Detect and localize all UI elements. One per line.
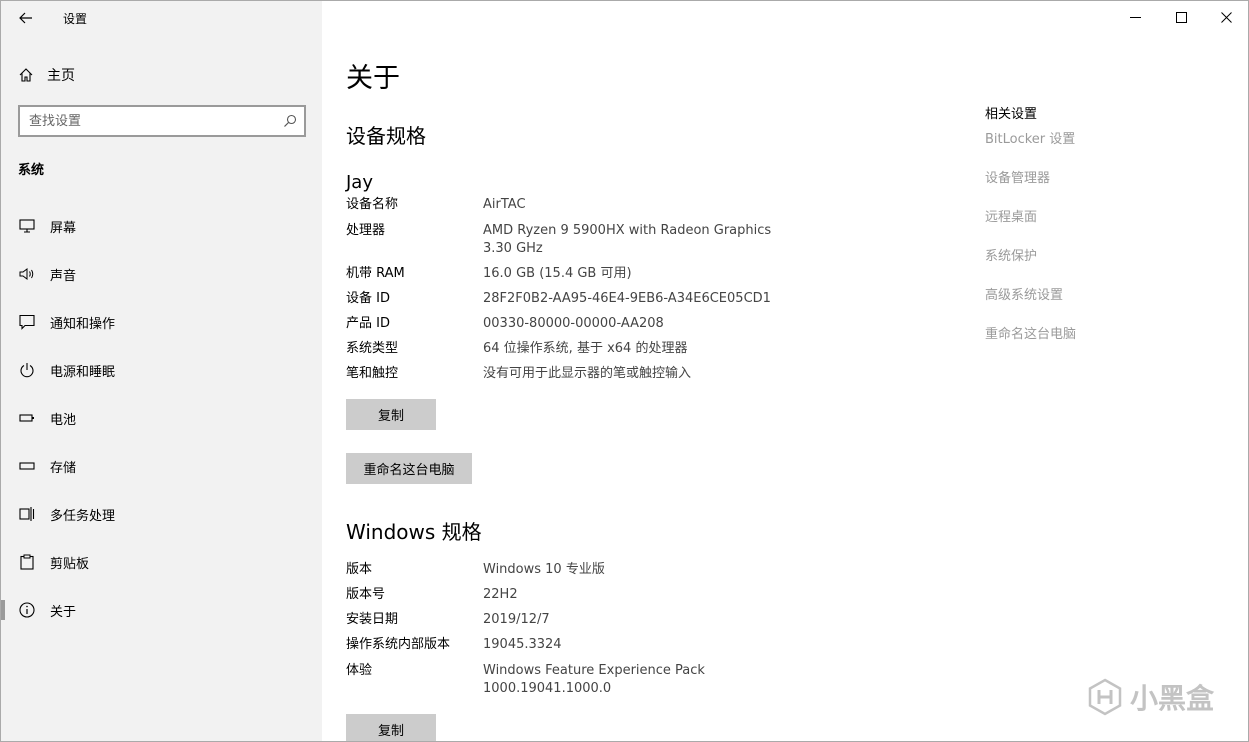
sidebar-item-multitasking[interactable]: 多任务处理	[1, 494, 322, 534]
minimize-button[interactable]	[1112, 1, 1158, 33]
sidebar-item-label: 多任务处理	[50, 508, 116, 524]
sidebar-item-label: 屏幕	[50, 220, 77, 236]
sidebar-item-label: 存储	[50, 460, 77, 476]
copy-windows-specs-button[interactable]: 复制	[346, 714, 436, 741]
related-settings: 相关设置 BitLocker 设置 设备管理器 远程桌面 系统保护 高级系统设置…	[985, 103, 1076, 365]
device-name: Jay	[346, 172, 373, 193]
sidebar-item-battery[interactable]: 电池	[1, 398, 322, 438]
spec-value: AMD Ryzen 9 5900HX with Radeon Graphics …	[483, 223, 772, 256]
windows-specs-title: Windows 规格	[346, 520, 482, 544]
spec-key: 机带 RAM	[346, 266, 405, 281]
device-specs-title: 设备规格	[346, 124, 426, 148]
power-icon	[18, 361, 36, 379]
spec-key: 设备名称	[346, 197, 399, 212]
sidebar-item-label: 通知和操作	[50, 316, 116, 332]
multitasking-icon	[18, 505, 36, 523]
spec-key: 体验	[346, 663, 373, 678]
spec-value: 19045.3324	[483, 637, 562, 652]
main-content: 关于 设备规格 Jay 设备名称 AirTAC 处理器 AMD Ryzen 9 …	[322, 1, 1248, 741]
spec-key: 安装日期	[346, 612, 399, 627]
spec-key: 系统类型	[346, 341, 399, 356]
spec-key: 操作系统内部版本	[346, 637, 451, 652]
sidebar-item-sound[interactable]: 声音	[1, 254, 322, 294]
rename-pc-button[interactable]: 重命名这台电脑	[346, 453, 472, 484]
sidebar-section-title: 系统	[18, 163, 45, 178]
search-box[interactable]	[18, 105, 306, 137]
sidebar-item-label: 电源和睡眠	[50, 364, 116, 380]
spec-key: 版本	[346, 562, 373, 577]
back-arrow-icon	[19, 12, 32, 24]
spec-key: 笔和触控	[346, 366, 399, 381]
spec-key: 版本号	[346, 587, 386, 602]
battery-icon	[18, 409, 36, 427]
spec-value: Windows 10 专业版	[483, 562, 605, 577]
sidebar-item-clipboard[interactable]: 剪贴板	[1, 542, 322, 582]
spec-key: 处理器	[346, 223, 386, 238]
home-label: 主页	[47, 68, 75, 84]
back-button[interactable]	[11, 6, 41, 30]
related-link-advanced-system-settings[interactable]: 高级系统设置	[985, 287, 1076, 326]
spec-value: Windows Feature Experience Pack 1000.190…	[483, 663, 705, 696]
spec-key: 产品 ID	[346, 316, 390, 331]
clipboard-icon	[18, 553, 36, 571]
close-button[interactable]	[1203, 1, 1248, 33]
sidebar-item-label: 剪贴板	[50, 556, 90, 572]
monitor-icon	[18, 217, 36, 235]
related-link-device-manager[interactable]: 设备管理器	[985, 170, 1076, 209]
spec-key: 设备 ID	[346, 291, 390, 306]
spec-value: 2019/12/7	[483, 612, 550, 627]
related-link-system-protection[interactable]: 系统保护	[985, 248, 1076, 287]
spec-value: 16.0 GB (15.4 GB 可用)	[483, 266, 632, 281]
related-link-remote-desktop[interactable]: 远程桌面	[985, 209, 1076, 248]
copy-device-specs-button[interactable]: 复制	[346, 399, 436, 430]
related-link-rename-pc[interactable]: 重命名这台电脑	[985, 326, 1076, 365]
sidebar-item-home[interactable]: 主页	[18, 64, 75, 86]
sidebar-item-label: 电池	[50, 412, 77, 428]
maximize-icon	[1175, 11, 1187, 23]
close-icon	[1220, 11, 1232, 23]
sidebar-item-label: 关于	[50, 604, 77, 620]
minimize-icon	[1129, 16, 1141, 18]
sidebar-item-storage[interactable]: 存储	[1, 446, 322, 486]
sidebar-item-display[interactable]: 屏幕	[1, 206, 322, 246]
app-title: 设置	[63, 12, 88, 26]
related-link-bitlocker[interactable]: BitLocker 设置	[985, 131, 1076, 170]
spec-value: 64 位操作系统, 基于 x64 的处理器	[483, 341, 688, 356]
watermark-logo-icon	[1088, 678, 1122, 716]
speaker-icon	[18, 265, 36, 283]
sidebar-item-power[interactable]: 电源和睡眠	[1, 350, 322, 390]
search-input[interactable]	[20, 107, 276, 135]
notification-icon	[18, 313, 36, 331]
spec-value: 没有可用于此显示器的笔或触控输入	[483, 366, 692, 381]
sidebar: 设置 主页 系统 屏幕 声音 通知和操作 电源和睡眠	[1, 1, 322, 741]
watermark: 小黑盒	[1086, 677, 1214, 717]
active-indicator	[1, 600, 5, 620]
sidebar-item-about[interactable]: 关于	[1, 590, 322, 630]
spec-value: 22H2	[483, 587, 518, 602]
info-icon	[18, 601, 36, 619]
sidebar-item-label: 声音	[50, 268, 77, 284]
watermark-text: 小黑盒	[1129, 682, 1214, 715]
page-title: 关于	[346, 63, 400, 94]
spec-value: 28F2F0B2-AA95-46E4-9EB6-A34E6CE05CD1	[483, 291, 771, 306]
storage-icon	[18, 457, 36, 475]
search-icon[interactable]	[276, 107, 304, 135]
spec-value: 00330-80000-00000-AA208	[483, 316, 664, 331]
settings-window: 设置 主页 系统 屏幕 声音 通知和操作 电源和睡眠	[0, 0, 1249, 742]
sidebar-item-notifications[interactable]: 通知和操作	[1, 302, 322, 342]
spec-value: AirTAC	[483, 197, 526, 212]
maximize-button[interactable]	[1158, 1, 1204, 33]
related-settings-title: 相关设置	[985, 107, 1038, 122]
home-icon	[19, 68, 33, 82]
